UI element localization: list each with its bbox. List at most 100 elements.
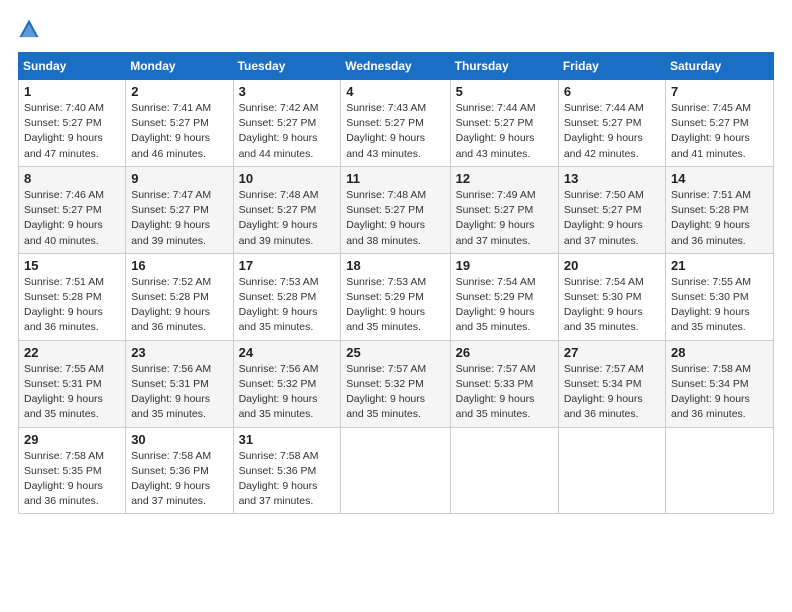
day-info: Sunrise: 7:48 AM Sunset: 5:27 PM Dayligh… [346, 188, 444, 249]
week-row-4: 22 Sunrise: 7:55 AM Sunset: 5:31 PM Dayli… [19, 340, 774, 427]
day-info: Sunrise: 7:40 AM Sunset: 5:27 PM Dayligh… [24, 101, 120, 162]
day-cell: 5 Sunrise: 7:44 AM Sunset: 5:27 PM Daylig… [450, 80, 558, 167]
day-number: 4 [346, 84, 444, 99]
day-number: 21 [671, 258, 768, 273]
day-number: 7 [671, 84, 768, 99]
day-cell: 23 Sunrise: 7:56 AM Sunset: 5:31 PM Dayli… [126, 340, 233, 427]
col-header-monday: Monday [126, 53, 233, 80]
col-header-sunday: Sunday [19, 53, 126, 80]
day-number: 19 [456, 258, 553, 273]
day-cell: 31 Sunrise: 7:58 AM Sunset: 5:36 PM Dayli… [233, 427, 341, 514]
day-info: Sunrise: 7:44 AM Sunset: 5:27 PM Dayligh… [456, 101, 553, 162]
day-info: Sunrise: 7:58 AM Sunset: 5:34 PM Dayligh… [671, 362, 768, 423]
day-cell: 11 Sunrise: 7:48 AM Sunset: 5:27 PM Dayli… [341, 166, 450, 253]
day-cell: 21 Sunrise: 7:55 AM Sunset: 5:30 PM Dayli… [666, 253, 774, 340]
day-info: Sunrise: 7:44 AM Sunset: 5:27 PM Dayligh… [564, 101, 660, 162]
day-cell: 25 Sunrise: 7:57 AM Sunset: 5:32 PM Dayli… [341, 340, 450, 427]
day-cell [666, 427, 774, 514]
day-number: 20 [564, 258, 660, 273]
day-number: 8 [24, 171, 120, 186]
day-info: Sunrise: 7:52 AM Sunset: 5:28 PM Dayligh… [131, 275, 227, 336]
day-cell: 1 Sunrise: 7:40 AM Sunset: 5:27 PM Daylig… [19, 80, 126, 167]
day-cell: 17 Sunrise: 7:53 AM Sunset: 5:28 PM Dayli… [233, 253, 341, 340]
calendar-table: SundayMondayTuesdayWednesdayThursdayFrid… [18, 52, 774, 514]
day-cell: 15 Sunrise: 7:51 AM Sunset: 5:28 PM Dayli… [19, 253, 126, 340]
day-number: 13 [564, 171, 660, 186]
day-number: 31 [239, 432, 336, 447]
day-cell: 4 Sunrise: 7:43 AM Sunset: 5:27 PM Daylig… [341, 80, 450, 167]
day-info: Sunrise: 7:43 AM Sunset: 5:27 PM Dayligh… [346, 101, 444, 162]
day-info: Sunrise: 7:49 AM Sunset: 5:27 PM Dayligh… [456, 188, 553, 249]
day-number: 1 [24, 84, 120, 99]
day-info: Sunrise: 7:58 AM Sunset: 5:36 PM Dayligh… [131, 449, 227, 510]
day-info: Sunrise: 7:57 AM Sunset: 5:33 PM Dayligh… [456, 362, 553, 423]
logo [18, 18, 44, 40]
day-cell: 9 Sunrise: 7:47 AM Sunset: 5:27 PM Daylig… [126, 166, 233, 253]
week-row-1: 1 Sunrise: 7:40 AM Sunset: 5:27 PM Daylig… [19, 80, 774, 167]
col-header-friday: Friday [558, 53, 665, 80]
day-info: Sunrise: 7:51 AM Sunset: 5:28 PM Dayligh… [24, 275, 120, 336]
day-info: Sunrise: 7:55 AM Sunset: 5:31 PM Dayligh… [24, 362, 120, 423]
day-cell: 20Sunrise: 7:54 AM Sunset: 5:30 PM Dayli… [558, 253, 665, 340]
day-number: 5 [456, 84, 553, 99]
day-cell: 26 Sunrise: 7:57 AM Sunset: 5:33 PM Dayli… [450, 340, 558, 427]
day-info: Sunrise: 7:53 AM Sunset: 5:28 PM Dayligh… [239, 275, 336, 336]
day-cell: 7 Sunrise: 7:45 AM Sunset: 5:27 PM Daylig… [666, 80, 774, 167]
day-info: Sunrise: 7:55 AM Sunset: 5:30 PM Dayligh… [671, 275, 768, 336]
day-info: Sunrise: 7:56 AM Sunset: 5:32 PM Dayligh… [239, 362, 336, 423]
day-info: Sunrise: 7:45 AM Sunset: 5:27 PM Dayligh… [671, 101, 768, 162]
day-info: Sunrise: 7:53 AM Sunset: 5:29 PM Dayligh… [346, 275, 444, 336]
day-number: 26 [456, 345, 553, 360]
col-header-tuesday: Tuesday [233, 53, 341, 80]
day-info: Sunrise: 7:57 AM Sunset: 5:32 PM Dayligh… [346, 362, 444, 423]
day-number: 30 [131, 432, 227, 447]
day-number: 24 [239, 345, 336, 360]
day-info: Sunrise: 7:54 AM Sunset: 5:29 PM Dayligh… [456, 275, 553, 336]
logo-icon [18, 18, 40, 40]
day-cell: 3Sunrise: 7:42 AM Sunset: 5:27 PM Daylig… [233, 80, 341, 167]
day-number: 12 [456, 171, 553, 186]
day-cell: 2 Sunrise: 7:41 AM Sunset: 5:27 PM Daylig… [126, 80, 233, 167]
header [18, 18, 774, 40]
day-number: 3 [239, 84, 336, 99]
day-cell: 30 Sunrise: 7:58 AM Sunset: 5:36 PM Dayli… [126, 427, 233, 514]
day-cell: 29Sunrise: 7:58 AM Sunset: 5:35 PM Dayli… [19, 427, 126, 514]
day-info: Sunrise: 7:58 AM Sunset: 5:35 PM Dayligh… [24, 449, 120, 510]
day-number: 25 [346, 345, 444, 360]
week-row-5: 29Sunrise: 7:58 AM Sunset: 5:35 PM Dayli… [19, 427, 774, 514]
day-cell: 22 Sunrise: 7:55 AM Sunset: 5:31 PM Dayli… [19, 340, 126, 427]
day-info: Sunrise: 7:56 AM Sunset: 5:31 PM Dayligh… [131, 362, 227, 423]
day-cell [341, 427, 450, 514]
day-number: 9 [131, 171, 227, 186]
day-number: 15 [24, 258, 120, 273]
col-header-saturday: Saturday [666, 53, 774, 80]
day-info: Sunrise: 7:58 AM Sunset: 5:36 PM Dayligh… [239, 449, 336, 510]
day-cell: 27Sunrise: 7:57 AM Sunset: 5:34 PM Dayli… [558, 340, 665, 427]
day-cell: 14 Sunrise: 7:51 AM Sunset: 5:28 PM Dayli… [666, 166, 774, 253]
day-info: Sunrise: 7:51 AM Sunset: 5:28 PM Dayligh… [671, 188, 768, 249]
page: SundayMondayTuesdayWednesdayThursdayFrid… [0, 0, 792, 612]
col-header-thursday: Thursday [450, 53, 558, 80]
day-number: 27 [564, 345, 660, 360]
day-cell: 16Sunrise: 7:52 AM Sunset: 5:28 PM Dayli… [126, 253, 233, 340]
week-row-3: 15 Sunrise: 7:51 AM Sunset: 5:28 PM Dayli… [19, 253, 774, 340]
day-info: Sunrise: 7:48 AM Sunset: 5:27 PM Dayligh… [239, 188, 336, 249]
col-header-wednesday: Wednesday [341, 53, 450, 80]
day-cell [558, 427, 665, 514]
day-cell: 8Sunrise: 7:46 AM Sunset: 5:27 PM Daylig… [19, 166, 126, 253]
day-cell: 13 Sunrise: 7:50 AM Sunset: 5:27 PM Dayli… [558, 166, 665, 253]
day-info: Sunrise: 7:47 AM Sunset: 5:27 PM Dayligh… [131, 188, 227, 249]
day-number: 6 [564, 84, 660, 99]
day-info: Sunrise: 7:41 AM Sunset: 5:27 PM Dayligh… [131, 101, 227, 162]
day-number: 23 [131, 345, 227, 360]
day-number: 14 [671, 171, 768, 186]
day-info: Sunrise: 7:50 AM Sunset: 5:27 PM Dayligh… [564, 188, 660, 249]
day-number: 22 [24, 345, 120, 360]
day-number: 11 [346, 171, 444, 186]
week-row-2: 8Sunrise: 7:46 AM Sunset: 5:27 PM Daylig… [19, 166, 774, 253]
day-number: 2 [131, 84, 227, 99]
day-cell: 24 Sunrise: 7:56 AM Sunset: 5:32 PM Dayli… [233, 340, 341, 427]
day-number: 17 [239, 258, 336, 273]
day-cell: 18Sunrise: 7:53 AM Sunset: 5:29 PM Dayli… [341, 253, 450, 340]
day-cell: 12 Sunrise: 7:49 AM Sunset: 5:27 PM Dayli… [450, 166, 558, 253]
